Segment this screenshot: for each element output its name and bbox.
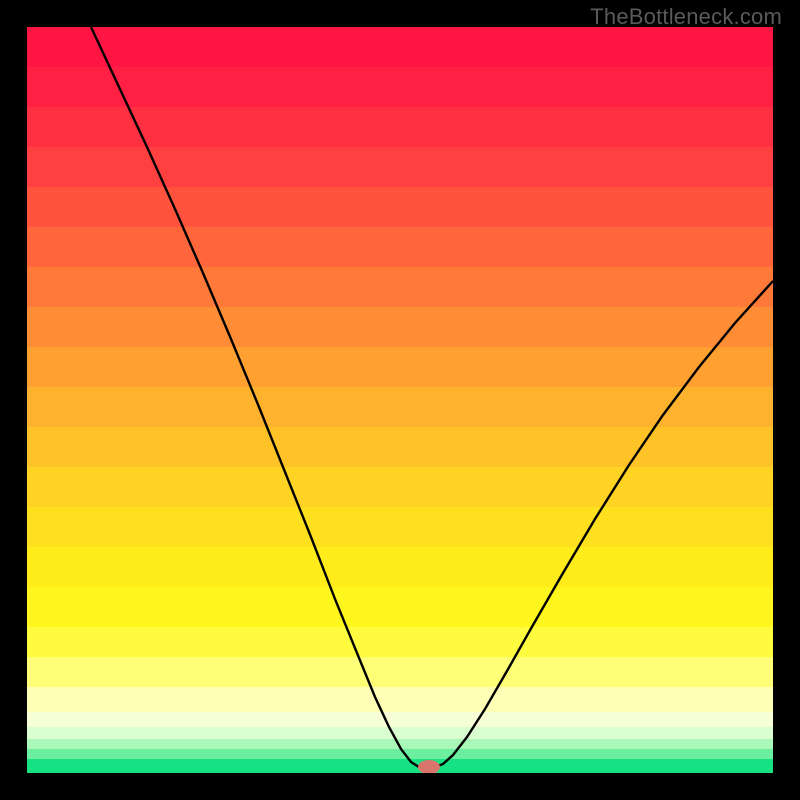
bottleneck-curve xyxy=(91,27,773,767)
plot-area xyxy=(27,27,773,773)
optimum-marker xyxy=(418,760,440,773)
curve-layer xyxy=(27,27,773,773)
chart-frame: TheBottleneck.com xyxy=(0,0,800,800)
